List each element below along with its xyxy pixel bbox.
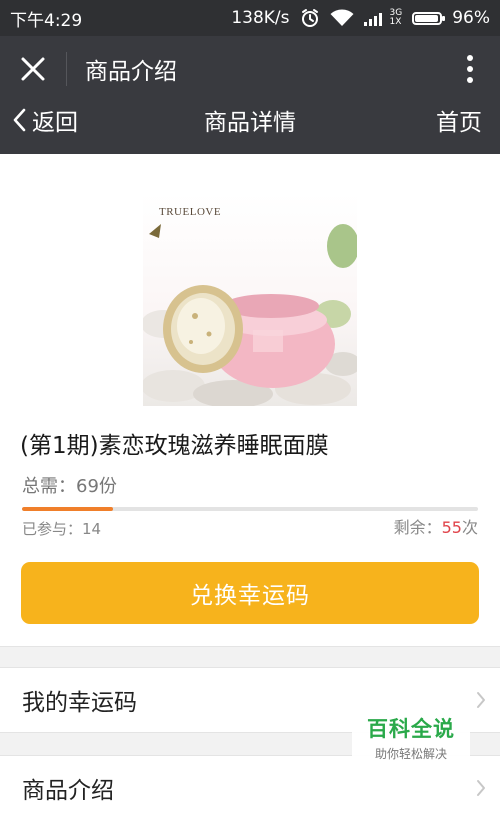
total-need: 总需：69份: [22, 476, 117, 497]
status-right: 138K/s 3G 1X 96%: [231, 8, 490, 28]
my-lucky-codes-label: 我的幸运码: [22, 690, 137, 716]
watermark: 百科全说 助你轻松解决: [352, 706, 470, 768]
product-title: (第1期)素恋玫瑰滋养睡眠面膜: [20, 433, 329, 459]
close-icon: [21, 57, 45, 81]
more-options-button[interactable]: [440, 36, 500, 102]
remaining-value: 55: [441, 518, 462, 537]
sub-nav-title: 商品详情: [204, 110, 296, 136]
close-button[interactable]: [0, 36, 66, 102]
product-illustration: [143, 224, 357, 406]
remaining-suffix: 次: [461, 518, 478, 537]
home-link[interactable]: 首页: [436, 102, 482, 138]
product-intro-label: 商品介绍: [22, 778, 114, 804]
status-bar: 下午4:29 138K/s 3G 1X 96%: [0, 0, 500, 36]
redeem-lucky-code-button[interactable]: 兑换幸运码: [21, 562, 479, 624]
product-image: TRUELOVE: [143, 194, 357, 406]
wifi-icon: [330, 9, 354, 27]
chevron-right-icon: [477, 692, 485, 708]
signal-icon: [363, 10, 386, 26]
progress-fill: [22, 507, 114, 511]
top-nav: 商品介绍: [0, 36, 500, 102]
more-vertical-icon: [467, 55, 473, 83]
remaining-count: 剩余：55次: [394, 514, 478, 538]
alarm-icon: [300, 8, 320, 28]
status-time: 下午4:29: [10, 10, 83, 31]
sub-nav: 返回 商品详情 首页: [0, 102, 500, 154]
battery-level: [415, 14, 439, 22]
network-speed: 138K/s: [231, 8, 290, 28]
network-type-bottom: 1X: [389, 17, 402, 27]
nav-divider: [66, 52, 67, 86]
watermark-title: 百科全说: [367, 716, 455, 741]
page-title: 商品介绍: [85, 59, 177, 85]
progress-bar: [22, 507, 478, 511]
battery-percent: 96%: [452, 8, 490, 28]
watermark-subtitle: 助你轻松解决: [374, 746, 447, 761]
network-type: 3G 1X: [390, 9, 403, 27]
brand-logo-text: TRUELOVE: [159, 206, 222, 218]
battery-icon: [412, 11, 446, 25]
chevron-right-icon: [477, 780, 485, 796]
section-divider: [0, 646, 500, 668]
participated-count: 已参与：14: [22, 520, 102, 538]
remaining-prefix: 剩余：: [393, 518, 442, 537]
